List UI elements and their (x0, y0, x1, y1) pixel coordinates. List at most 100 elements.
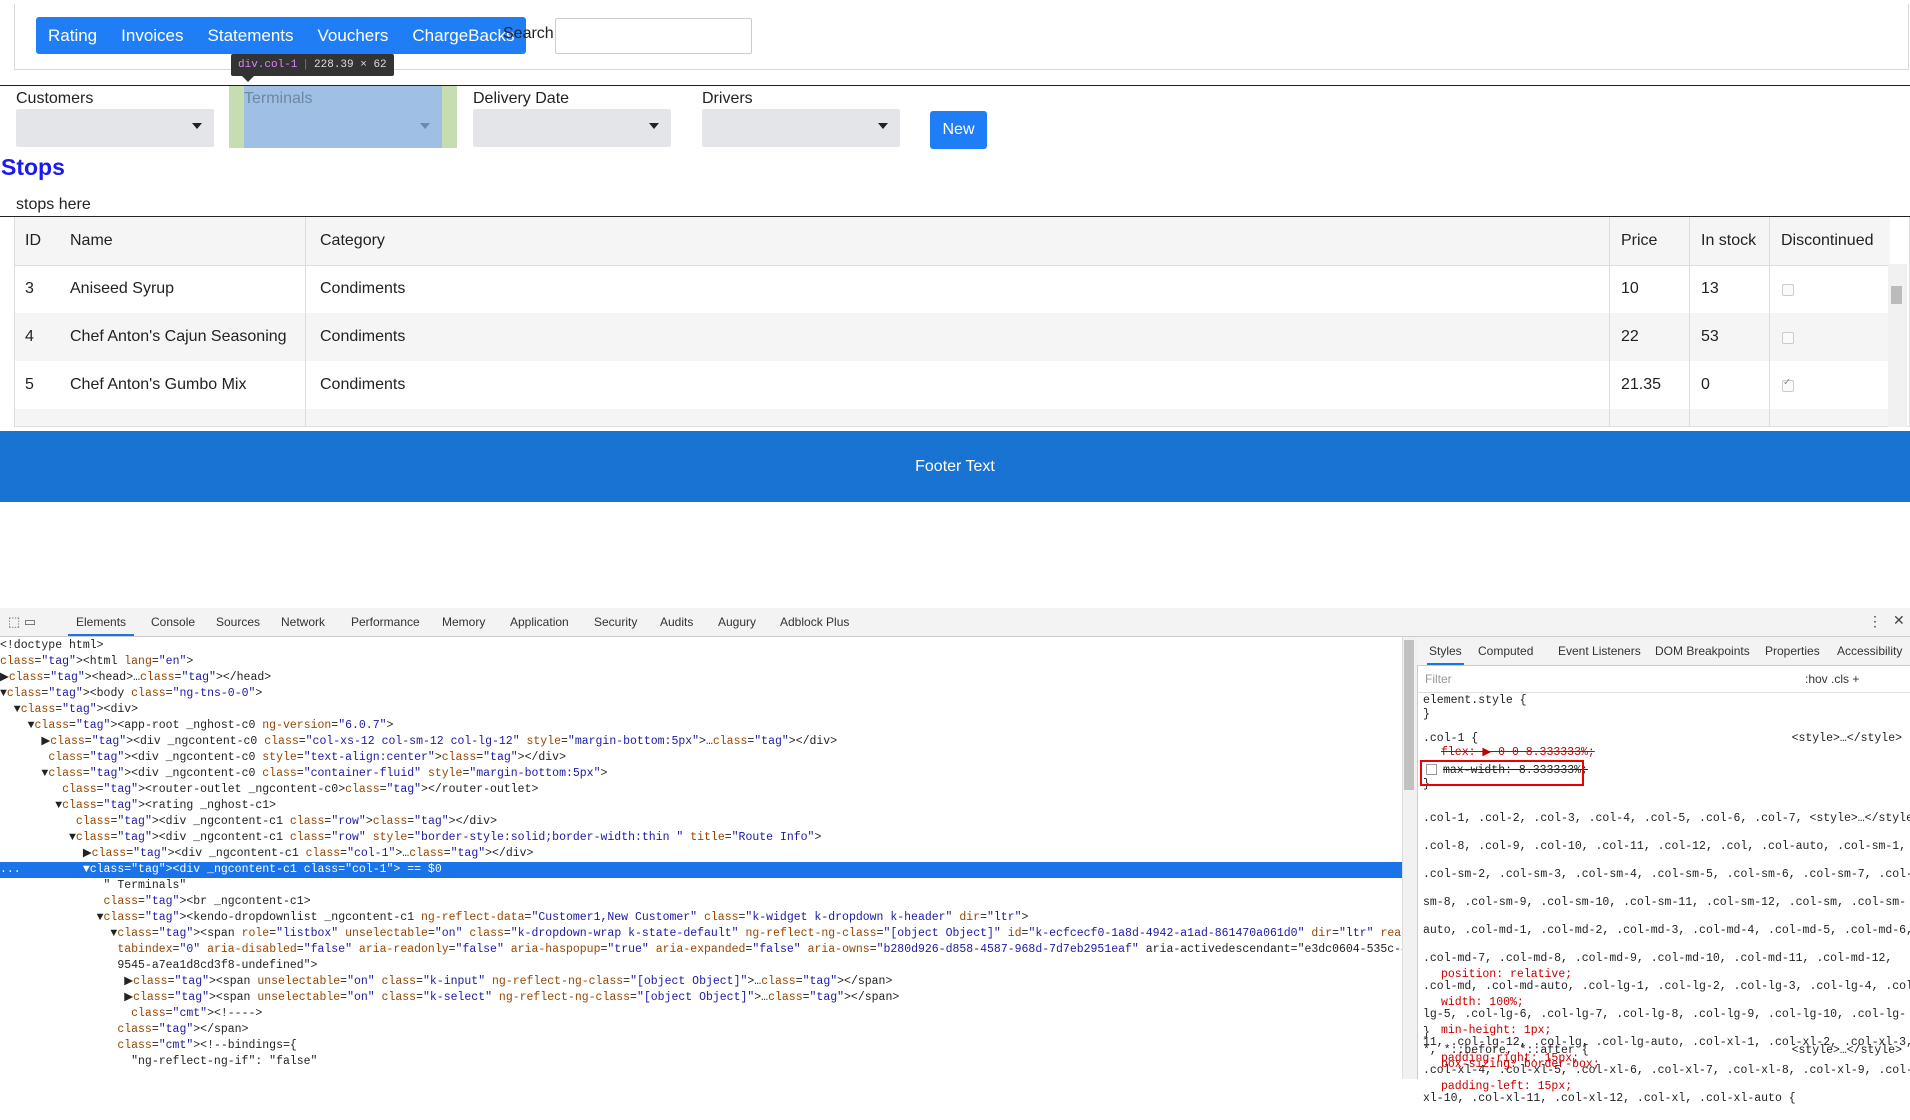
tab-network[interactable]: Network (281, 608, 325, 636)
dom-node-line[interactable]: class="tag"><div _ngcontent-c1 class="ro… (0, 814, 1402, 830)
rule-close: } (1423, 708, 1430, 721)
tab-memory[interactable]: Memory (442, 608, 485, 636)
dom-node-line[interactable]: ▼class="tag"><rating _nghost-c1> (0, 798, 1402, 814)
dom-node-line[interactable]: class="tag"><router-outlet _ngcontent-c0… (0, 782, 1402, 798)
style-source-link[interactable]: <style>…</style> (1792, 732, 1902, 745)
chevron-down-icon (420, 123, 430, 129)
stops-text: stops here (16, 196, 91, 213)
dom-node-line[interactable]: ▼class="tag"><body class="ng-tns-0-0"> (0, 686, 1402, 702)
delivery-date-dropdown[interactable] (473, 109, 671, 147)
tab-accessibility[interactable]: Accessibility (1837, 637, 1902, 665)
dom-node-line[interactable]: class="cmt"><!----> (0, 1006, 1402, 1022)
dom-node-line[interactable]: tabindex="0" aria-disabled="false" aria-… (0, 942, 1402, 958)
col-header-discontinued[interactable]: Discontinued (1781, 217, 1874, 265)
cell-category: Condiments (320, 328, 406, 345)
new-button[interactable]: New (930, 111, 987, 149)
discontinued-checkbox[interactable] (1782, 284, 1794, 296)
terminals-dropdown[interactable] (244, 109, 442, 147)
tab-event-listeners[interactable]: Event Listeners (1558, 637, 1641, 665)
col1-selector: .col-1 { (1423, 732, 1479, 745)
tab-styles[interactable]: Styles (1427, 637, 1464, 665)
col-header-id[interactable]: ID (25, 217, 41, 265)
cell-stock: 53 (1701, 328, 1719, 345)
dom-node-line[interactable]: ▼class="tag"><div> (0, 702, 1402, 718)
nav-statements-button[interactable]: Statements (196, 17, 306, 54)
dom-node-line[interactable]: class="tag"><div _ngcontent-c0 style="te… (0, 750, 1402, 766)
grid-col-properties: position: relative; width: 100%; min-hei… (1441, 954, 1579, 1108)
drivers-dropdown[interactable] (702, 109, 900, 147)
col-header-in-stock[interactable]: In stock (1701, 217, 1756, 265)
tab-performance[interactable]: Performance (351, 608, 420, 636)
delivery-date-label: Delivery Date (473, 90, 570, 107)
tab-computed[interactable]: Computed (1478, 637, 1533, 665)
dom-node-line[interactable]: ▶class="tag"><div _ngcontent-c1 class="c… (0, 846, 1402, 862)
nav-invoices-button[interactable]: Invoices (109, 17, 195, 54)
col-header-name[interactable]: Name (70, 217, 113, 265)
tooltip-selector: div.col-1 (238, 59, 298, 71)
tab-security[interactable]: Security (594, 608, 637, 636)
tooltip-arrow (242, 76, 254, 82)
tab-augury[interactable]: Augury (718, 608, 756, 636)
dom-node-line[interactable]: ▶class="tag"><span unselectable="on" cla… (0, 990, 1402, 1006)
dom-node-line[interactable]: class="tag"><html lang="en"> (0, 654, 1402, 670)
dom-node-line[interactable]: ▶class="tag"><div _ngcontent-c0 class="c… (0, 734, 1402, 750)
dom-node-line[interactable]: "ng-reflect-ng-if": "false" (0, 1054, 1402, 1070)
cell-stock: 13 (1701, 280, 1719, 297)
dom-node-line[interactable]: ▶class="tag"><head>…class="tag"></head> (0, 670, 1402, 686)
col-header-price[interactable]: Price (1621, 217, 1657, 265)
column-divider (1769, 217, 1770, 426)
annotation-highlight-box (1420, 760, 1584, 786)
style-source-link[interactable]: <style>…</style> (1792, 1044, 1902, 1057)
dom-node-line[interactable]: ▼class="tag"><kendo-dropdownlist _ngcont… (0, 910, 1402, 926)
tab-audits[interactable]: Audits (660, 608, 693, 636)
dom-node-line[interactable]: class="tag"><br _ngcontent-c1> (0, 894, 1402, 910)
close-icon[interactable]: ✕ (1893, 612, 1905, 629)
cell-id: 5 (25, 376, 34, 393)
tab-sources[interactable]: Sources (216, 608, 260, 636)
search-input[interactable] (555, 18, 752, 54)
chevron-down-icon (878, 123, 888, 129)
universal-selector: *, *::before, *::after { (1423, 1044, 1589, 1057)
column-divider (1609, 217, 1610, 426)
cell-price: 21.35 (1621, 376, 1662, 393)
cell-name: Chef Anton's Gumbo Mix (70, 376, 247, 393)
drivers-label: Drivers (702, 90, 753, 107)
grid-scrollbar-thumb[interactable] (1891, 286, 1902, 304)
cell-name: Chef Anton's Cajun Seasoning (70, 328, 287, 345)
dom-node-line[interactable]: ▼class="tag"><div _ngcontent-c0 class="c… (0, 766, 1402, 782)
dom-node-line[interactable]: <!doctype html> (0, 638, 1402, 654)
selector-line: sm-8, .col-sm-9, .col-sm-10, .col-sm-11,… (1423, 896, 1907, 909)
nav-vouchers-button[interactable]: Vouchers (306, 17, 401, 54)
dom-node-line[interactable]: ▶class="tag"><span unselectable="on" cla… (0, 974, 1402, 990)
nav-rating-button[interactable]: Rating (36, 17, 109, 54)
dom-node-line[interactable]: ▼class="tag"><div _ngcontent-c1 class="r… (0, 830, 1402, 846)
stops-title: Stops (1, 154, 65, 180)
elements-scrollbar-thumb[interactable] (1404, 640, 1414, 790)
customers-dropdown[interactable] (16, 109, 214, 147)
cell-id: 3 (25, 280, 34, 297)
dom-node-line[interactable]: 9545-a7ea1d8cd3f8-undefined"> (0, 958, 1402, 974)
tab-dom-breakpoints[interactable]: DOM Breakpoints (1655, 637, 1750, 665)
tab-console[interactable]: Console (151, 608, 195, 636)
flex-declaration: flex: ▶ 0 0 8.333333%; (1441, 746, 1595, 760)
tab-application[interactable]: Application (510, 608, 569, 636)
discontinued-checkbox[interactable] (1782, 377, 1794, 392)
tab-properties[interactable]: Properties (1765, 637, 1820, 665)
hov-cls-toggles[interactable]: :hov .cls + (1805, 672, 1859, 686)
dom-node-line[interactable]: class="tag"></span> (0, 1022, 1402, 1038)
col-header-category[interactable]: Category (320, 217, 385, 265)
tab-elements[interactable]: Elements (68, 608, 135, 636)
inspect-element-icon[interactable]: ⬚ ▭ (8, 614, 36, 630)
cell-name: Aniseed Syrup (70, 280, 175, 297)
column-divider (1689, 217, 1690, 426)
selected-dom-node[interactable]: ... ▼class="tag"><div _ngcontent-c1 clas… (0, 862, 1402, 878)
discontinued-checkbox[interactable] (1782, 332, 1794, 344)
dom-node-line[interactable]: class="cmt"><!--bindings={ (0, 1038, 1402, 1054)
dom-node-line[interactable]: " Terminals" (0, 878, 1402, 894)
styles-filter-input[interactable]: Filter (1425, 672, 1452, 686)
dom-node-line[interactable]: ▼class="tag"><span role="listbox" unsele… (0, 926, 1402, 942)
dom-node-line[interactable]: ▼class="tag"><app-root _nghost-c0 ng-ver… (0, 718, 1402, 734)
more-options-icon[interactable]: ⋮ (1868, 613, 1882, 630)
tab-adblock-plus[interactable]: Adblock Plus (780, 608, 849, 636)
tooltip-size: 228.39 × 62 (314, 59, 387, 71)
